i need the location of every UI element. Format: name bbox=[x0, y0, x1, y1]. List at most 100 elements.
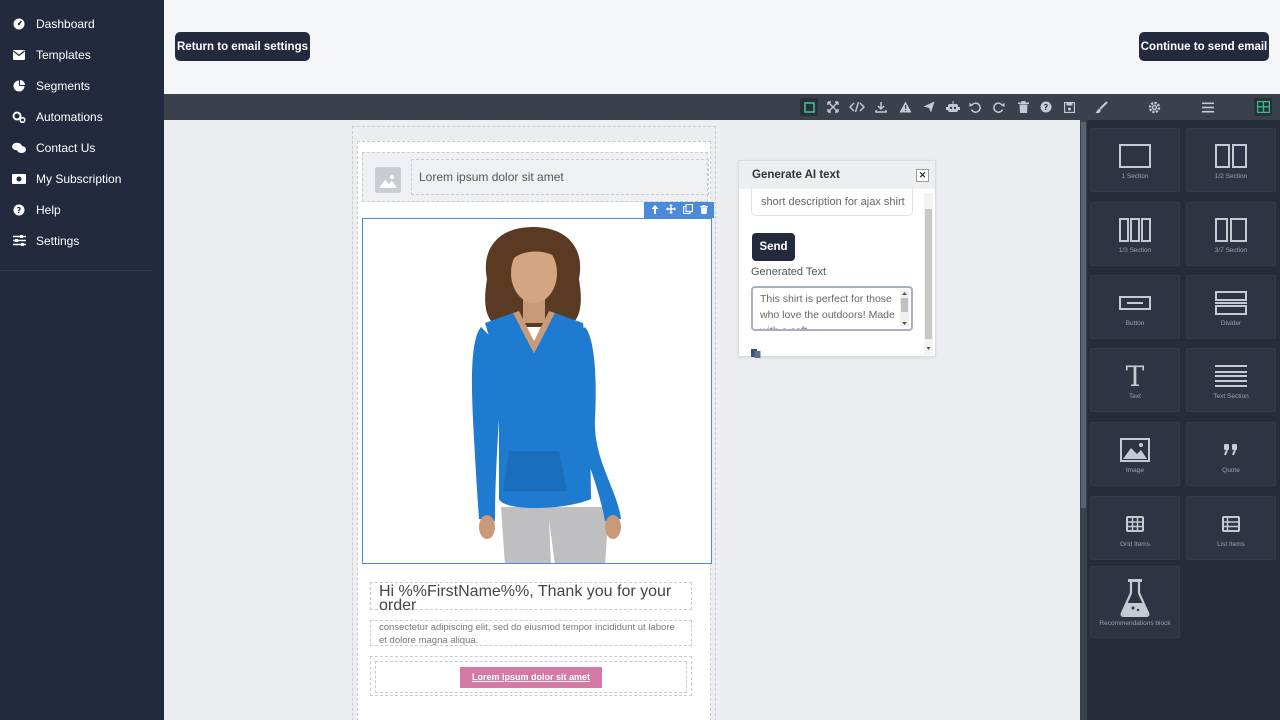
block-1-2-section[interactable]: 1/2 Section bbox=[1186, 128, 1276, 192]
sidebar-item-my-subscription[interactable]: My Subscription bbox=[0, 163, 164, 194]
product-photo bbox=[363, 219, 711, 563]
popup-scrollbar[interactable] bbox=[924, 193, 933, 355]
block-list-items[interactable]: List Items bbox=[1186, 496, 1276, 560]
drag-move-icon[interactable] bbox=[665, 203, 676, 217]
email-header-text[interactable]: Lorem ipsum dolor sit amet bbox=[411, 159, 709, 195]
email-wrapper: Lorem ipsum dolor sit amet Hi %%FirstNam… bbox=[352, 126, 716, 720]
email-title[interactable]: Hi %%FirstName%%, Thank you for your ord… bbox=[370, 582, 692, 614]
sidebar-item-automations[interactable]: Automations bbox=[0, 101, 164, 132]
three-seven-section-icon bbox=[1215, 215, 1247, 245]
generated-text-label: Generated Text bbox=[751, 266, 827, 278]
quote-icon bbox=[1223, 435, 1239, 465]
duplicate-icon[interactable] bbox=[682, 203, 693, 217]
block-label: Image bbox=[1125, 466, 1145, 474]
close-icon[interactable]: ✕ bbox=[916, 169, 929, 182]
sidebar-item-settings[interactable]: Settings bbox=[0, 225, 164, 256]
sidebar-item-label: Templates bbox=[36, 47, 91, 62]
sidebar-item-label: Segments bbox=[36, 78, 91, 93]
image-placeholder-icon[interactable] bbox=[375, 167, 401, 193]
settings-gear-icon[interactable] bbox=[1145, 98, 1163, 116]
send-test-icon[interactable] bbox=[920, 98, 938, 116]
text-icon: T bbox=[1124, 361, 1146, 391]
pie-chart-icon bbox=[12, 79, 26, 93]
generated-text-area[interactable]: This shirt is perfect for those who love… bbox=[751, 286, 913, 331]
half-section-icon bbox=[1215, 141, 1247, 171]
block-label: 1/2 Section bbox=[1214, 172, 1248, 180]
undo-icon[interactable] bbox=[966, 98, 984, 116]
block-1-section[interactable]: 1 Section bbox=[1090, 128, 1180, 192]
svg-text:T: T bbox=[1126, 363, 1145, 389]
download-icon[interactable] bbox=[872, 98, 890, 116]
button-block-icon bbox=[1119, 288, 1151, 318]
sidebar-item-contact-us[interactable]: Contact Us bbox=[0, 132, 164, 163]
svg-text:?: ? bbox=[1044, 103, 1049, 112]
block-quote[interactable]: Quote bbox=[1186, 422, 1276, 486]
email-header-row[interactable]: Lorem ipsum dolor sit amet bbox=[362, 152, 709, 202]
blocks-panel: 1 Section 1/2 Section 1/3 Section 3/7 Se… bbox=[1080, 120, 1280, 720]
flask-icon bbox=[1120, 578, 1150, 618]
chat-icon bbox=[12, 141, 26, 155]
move-up-arrow-icon[interactable] bbox=[651, 203, 659, 217]
fullscreen-icon[interactable] bbox=[824, 98, 842, 116]
robot-icon[interactable] bbox=[944, 98, 962, 116]
block-1-3-section[interactable]: 1/3 Section bbox=[1090, 202, 1180, 266]
ai-prompt-input[interactable]: short description for ajax shirt bbox=[751, 188, 913, 216]
block-label: Quote bbox=[1222, 466, 1240, 474]
cta-container: Lorem ipsum dolor sit amet bbox=[375, 661, 687, 693]
layer-manager-icon[interactable] bbox=[1199, 98, 1217, 116]
block-text[interactable]: T Text bbox=[1090, 348, 1180, 412]
envelope-icon bbox=[12, 48, 26, 62]
email-body-text[interactable]: consectetur adipiscing elit, sed do eius… bbox=[370, 620, 692, 646]
third-section-icon bbox=[1119, 215, 1151, 245]
top-bar: Return to email settings Continue to sen… bbox=[164, 0, 1280, 94]
block-label: Button bbox=[1125, 319, 1145, 327]
block-label: 1 Section bbox=[1121, 172, 1149, 180]
sidebar-item-dashboard[interactable]: Dashboard bbox=[0, 8, 164, 39]
show-outlines-icon[interactable] bbox=[800, 98, 818, 116]
continue-to-send-email-button[interactable]: Continue to send email bbox=[1139, 32, 1269, 61]
return-to-email-settings-button[interactable]: Return to email settings bbox=[175, 32, 310, 61]
sidebar-divider bbox=[0, 270, 152, 271]
sidebar-item-templates[interactable]: Templates bbox=[0, 39, 164, 70]
block-divider[interactable]: Divider bbox=[1186, 275, 1276, 339]
block-3-7-section[interactable]: 3/7 Section bbox=[1186, 202, 1276, 266]
save-icon[interactable] bbox=[1060, 98, 1078, 116]
block-label: 1/3 Section bbox=[1118, 246, 1152, 254]
cta-button[interactable]: Lorem ipsum dolor sit amet bbox=[459, 666, 603, 688]
block-button[interactable]: Button bbox=[1090, 275, 1180, 339]
grid-items-icon bbox=[1126, 509, 1144, 539]
sidebar: Dashboard Templates Segments Automations… bbox=[0, 0, 164, 720]
product-image[interactable] bbox=[362, 218, 712, 564]
sliders-icon bbox=[12, 234, 26, 248]
popup-title: Generate AI text bbox=[752, 169, 840, 181]
sidebar-item-segments[interactable]: Segments bbox=[0, 70, 164, 101]
block-text-section[interactable]: Text Section bbox=[1186, 348, 1276, 412]
trash-icon[interactable] bbox=[1014, 98, 1032, 116]
warning-icon[interactable] bbox=[896, 98, 914, 116]
editor-canvas: Lorem ipsum dolor sit amet Hi %%FirstNam… bbox=[164, 120, 1080, 720]
block-grid-items[interactable]: Grid Items bbox=[1090, 496, 1180, 560]
delete-block-icon[interactable] bbox=[699, 203, 708, 217]
textarea-scrollbar[interactable] bbox=[900, 290, 909, 327]
sidebar-nav: Dashboard Templates Segments Automations… bbox=[0, 0, 164, 256]
code-view-icon[interactable] bbox=[848, 98, 866, 116]
email-body: Lorem ipsum dolor sit amet Hi %%FirstNam… bbox=[357, 141, 714, 720]
svg-text:?: ? bbox=[17, 206, 22, 215]
sidebar-item-help[interactable]: ? Help bbox=[0, 194, 164, 225]
canvas-scroll-thumb[interactable] bbox=[1081, 122, 1086, 508]
image-icon bbox=[1120, 435, 1150, 465]
send-button[interactable]: Send bbox=[752, 233, 795, 261]
redo-icon[interactable] bbox=[990, 98, 1008, 116]
block-image[interactable]: Image bbox=[1090, 422, 1180, 486]
question-icon[interactable]: ? bbox=[1037, 98, 1055, 116]
cogs-icon bbox=[12, 110, 26, 124]
canvas-scrollbar[interactable] bbox=[1080, 120, 1087, 720]
style-manager-brush-icon[interactable] bbox=[1092, 98, 1110, 116]
one-section-icon bbox=[1119, 141, 1151, 171]
blocks-panel-icon[interactable] bbox=[1254, 98, 1272, 116]
block-recommendations[interactable]: Recommendations block bbox=[1090, 566, 1180, 638]
block-label: Recommendations block bbox=[1099, 619, 1171, 627]
generate-ai-text-popup: Generate AI text ✕ short description for… bbox=[738, 160, 936, 358]
block-label: List Items bbox=[1217, 540, 1245, 548]
copy-icon[interactable] bbox=[751, 347, 762, 361]
